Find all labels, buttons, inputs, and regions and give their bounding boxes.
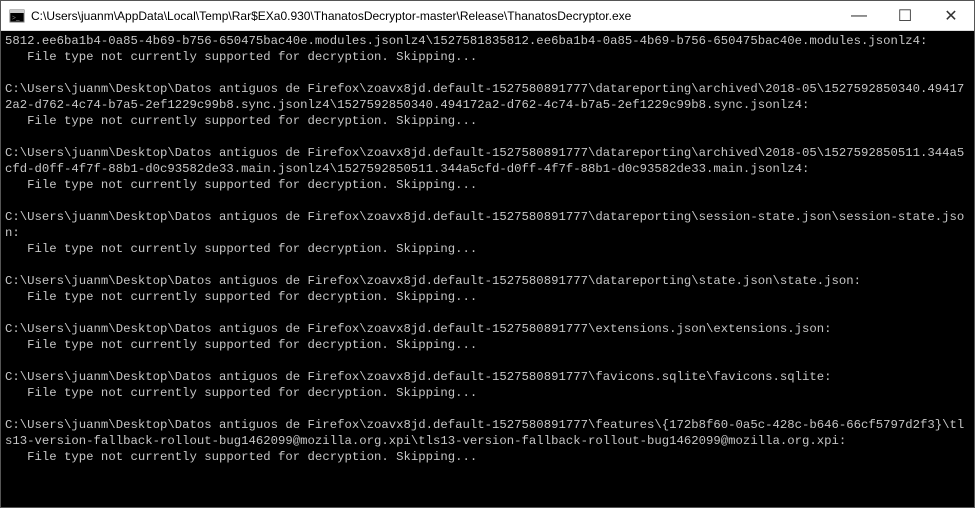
blank-line (5, 257, 970, 273)
console-path-line: C:\Users\juanm\Desktop\Datos antiguos de… (5, 273, 970, 289)
console-path-line: 5812.ee6ba1b4-0a85-4b69-b756-650475bac40… (5, 33, 970, 49)
blank-line (5, 305, 970, 321)
window-controls: — ☐ ✕ (836, 1, 974, 30)
console-icon: >_ (9, 8, 25, 24)
blank-line (5, 401, 970, 417)
minimize-button[interactable]: — (836, 1, 882, 30)
minimize-icon: — (851, 7, 867, 25)
console-skip-line: File type not currently supported for de… (5, 449, 970, 465)
app-window: >_ C:\Users\juanm\AppData\Local\Temp\Rar… (0, 0, 975, 508)
console-skip-line: File type not currently supported for de… (5, 49, 970, 65)
console-path-line: C:\Users\juanm\Desktop\Datos antiguos de… (5, 321, 970, 337)
console-skip-line: File type not currently supported for de… (5, 289, 970, 305)
console-skip-line: File type not currently supported for de… (5, 113, 970, 129)
close-icon: ✕ (944, 6, 957, 26)
blank-line (5, 129, 970, 145)
blank-line (5, 193, 970, 209)
maximize-button[interactable]: ☐ (882, 1, 928, 30)
svg-text:>_: >_ (12, 14, 20, 22)
console-path-line: C:\Users\juanm\Desktop\Datos antiguos de… (5, 81, 970, 113)
console-path-line: C:\Users\juanm\Desktop\Datos antiguos de… (5, 209, 970, 241)
console-skip-line: File type not currently supported for de… (5, 241, 970, 257)
blank-line (5, 353, 970, 369)
blank-line (5, 65, 970, 81)
window-title: C:\Users\juanm\AppData\Local\Temp\Rar$EX… (31, 9, 836, 23)
console-path-line: C:\Users\juanm\Desktop\Datos antiguos de… (5, 145, 970, 177)
titlebar[interactable]: >_ C:\Users\juanm\AppData\Local\Temp\Rar… (1, 1, 974, 31)
console-skip-line: File type not currently supported for de… (5, 385, 970, 401)
console-output[interactable]: 5812.ee6ba1b4-0a85-4b69-b756-650475bac40… (1, 31, 974, 507)
console-skip-line: File type not currently supported for de… (5, 177, 970, 193)
console-path-line: C:\Users\juanm\Desktop\Datos antiguos de… (5, 369, 970, 385)
close-button[interactable]: ✕ (928, 1, 974, 30)
console-skip-line: File type not currently supported for de… (5, 337, 970, 353)
maximize-icon: ☐ (898, 6, 912, 26)
console-path-line: C:\Users\juanm\Desktop\Datos antiguos de… (5, 417, 970, 449)
